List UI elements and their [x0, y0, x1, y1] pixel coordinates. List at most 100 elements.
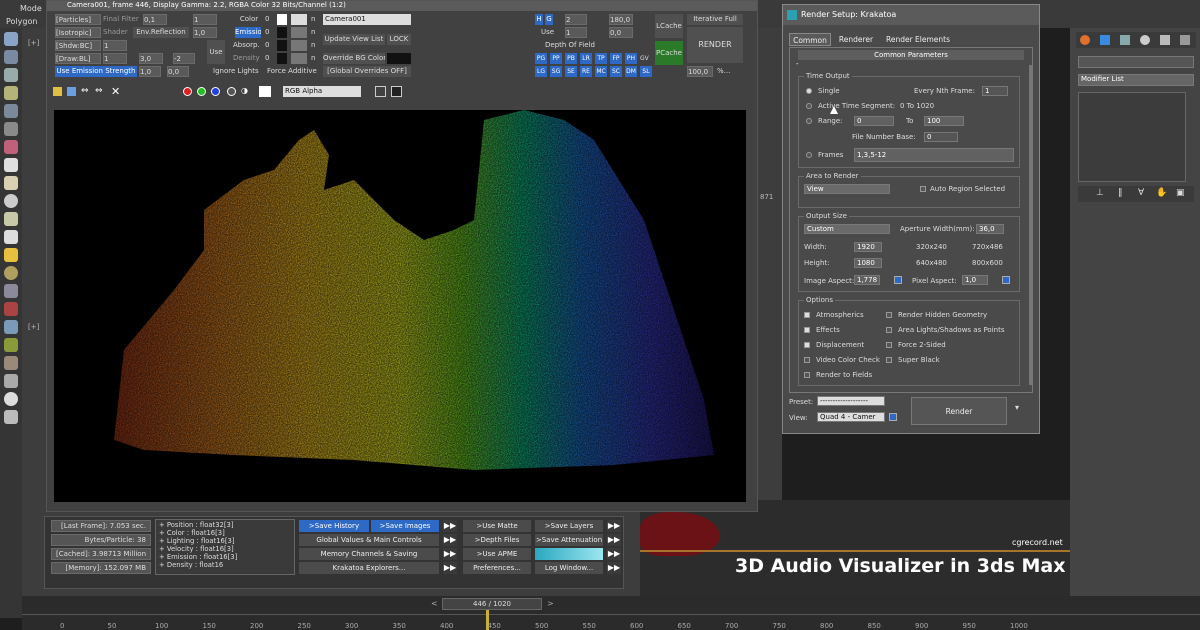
use-matte-button[interactable]: >Use Matte: [463, 520, 531, 532]
pixel-aspect-lock-icon[interactable]: [1002, 276, 1010, 284]
use-value[interactable]: 1: [565, 27, 587, 38]
select-icon[interactable]: [4, 32, 18, 46]
view-lock-icon[interactable]: [889, 413, 897, 421]
save-images-button[interactable]: >Save Images: [371, 520, 439, 532]
camera-select[interactable]: Camera001: [323, 14, 411, 25]
menu-polygon[interactable]: Polygon: [6, 16, 37, 27]
configure-icon[interactable]: ▣: [1176, 188, 1185, 198]
globe-icon[interactable]: [4, 392, 18, 406]
atmospherics-checkbox[interactable]: [804, 312, 810, 318]
effects-checkbox[interactable]: [804, 327, 810, 333]
viewport-label-1[interactable]: [+]: [28, 38, 39, 49]
tab-renderer[interactable]: Renderer: [833, 33, 879, 46]
bg-color-swatch[interactable]: [387, 53, 411, 64]
walk-icon[interactable]: [4, 356, 18, 370]
force-additive-toggle[interactable]: Force Additive: [267, 66, 317, 77]
percent-value[interactable]: 100,0: [687, 66, 713, 77]
single-radio[interactable]: [806, 88, 812, 94]
draw-value-3[interactable]: -2: [173, 53, 195, 64]
area-to-render-select[interactable]: View: [804, 184, 890, 194]
utilities-tab-icon[interactable]: [1180, 35, 1190, 45]
image-aspect-lock-icon[interactable]: [894, 276, 902, 284]
pass-sg[interactable]: SG: [550, 66, 562, 77]
filter-value[interactable]: 0,1: [143, 14, 167, 25]
pass-dm[interactable]: DM: [625, 66, 637, 77]
memory-channels-button[interactable]: Memory Channels & Saving: [299, 548, 439, 560]
light-icon[interactable]: [4, 86, 18, 100]
preset-640-button[interactable]: 640x480: [916, 258, 947, 268]
progress-arrow[interactable]: ▶▶: [607, 548, 621, 560]
absorption-swatch[interactable]: [277, 40, 287, 51]
viewport-label-2[interactable]: [+]: [28, 322, 39, 333]
box-icon[interactable]: [4, 158, 18, 172]
render-dropdown-icon[interactable]: ▾: [1015, 403, 1019, 412]
helper-icon[interactable]: [4, 320, 18, 334]
mono-icon[interactable]: ◑: [241, 86, 248, 95]
pass-sl[interactable]: SL: [640, 66, 652, 77]
unique-icon[interactable]: ∀: [1138, 188, 1144, 198]
pcache-button[interactable]: PCache: [655, 41, 683, 65]
paint-icon[interactable]: [4, 302, 18, 316]
object-name-field[interactable]: [1078, 56, 1194, 68]
draw-value[interactable]: 1: [103, 53, 127, 64]
show-result-icon[interactable]: ‖: [1118, 188, 1123, 198]
color-swatch-2[interactable]: [291, 14, 307, 25]
shadow-value[interactable]: 1: [103, 40, 127, 51]
modify-tab-icon[interactable]: [1100, 35, 1110, 45]
area-lights-checkbox[interactable]: [886, 327, 892, 333]
pass-lr[interactable]: LR: [580, 53, 592, 64]
menu-mode[interactable]: Mode: [20, 3, 42, 14]
color-swatch[interactable]: [277, 14, 287, 25]
global-overrides-button[interactable]: [Global Overrides OFF]: [323, 66, 411, 77]
every-nth-field[interactable]: 1: [982, 86, 1008, 96]
auto-region-checkbox[interactable]: [920, 186, 926, 192]
range-radio[interactable]: [806, 118, 812, 124]
tool-icon[interactable]: [4, 410, 18, 424]
grid-icon[interactable]: [4, 68, 18, 82]
pass-re[interactable]: RE: [580, 66, 592, 77]
tab-common[interactable]: Common: [789, 33, 831, 46]
create-tab-icon[interactable]: [1080, 35, 1090, 45]
emission-button[interactable]: Emission: [235, 27, 261, 38]
env-reflection-button[interactable]: Env.Reflection: [133, 27, 189, 38]
hierarchy-tab-icon[interactable]: [1120, 35, 1130, 45]
pass-ph[interactable]: PH: [625, 53, 637, 64]
circle-icon[interactable]: [4, 194, 18, 208]
active-time-radio[interactable]: [806, 103, 812, 109]
file-number-base-field[interactable]: 0: [924, 132, 958, 142]
render-fields-checkbox[interactable]: [804, 372, 810, 378]
range-from-field[interactable]: 0: [854, 116, 894, 126]
angle-value[interactable]: 180,0: [609, 14, 633, 25]
pass-gv[interactable]: GV: [640, 53, 652, 64]
reflection-value[interactable]: 1,0: [193, 27, 217, 38]
lock-button[interactable]: LOCK: [387, 34, 411, 45]
ignore-lights-toggle[interactable]: Ignore Lights: [213, 66, 259, 77]
width-field[interactable]: 1920: [854, 242, 882, 252]
particles-button[interactable]: [Particles]: [55, 14, 101, 25]
density-slider[interactable]: [291, 53, 307, 64]
force-2sided-checkbox[interactable]: [886, 342, 892, 348]
fit-icon[interactable]: ⇔: [81, 86, 89, 96]
alpha-channel-icon[interactable]: [227, 87, 236, 96]
preset-select[interactable]: -------------------: [817, 396, 885, 406]
density-swatch[interactable]: [277, 53, 287, 64]
display-icon-2[interactable]: [391, 86, 402, 97]
emission-slider[interactable]: [291, 27, 307, 38]
depth-files-button[interactable]: >Depth Files: [463, 534, 531, 546]
view-select[interactable]: Quad 4 - Camer: [817, 412, 885, 422]
plant-icon[interactable]: [4, 338, 18, 352]
memory-channels-arrow[interactable]: ▶▶: [443, 548, 457, 560]
dof-value[interactable]: 0,0: [609, 27, 633, 38]
krakatoa-explorers-button[interactable]: Krakatoa Explorers...: [299, 562, 439, 574]
global-values-arrow[interactable]: ▶▶: [443, 534, 457, 546]
view-icon[interactable]: [4, 50, 18, 64]
split-icon[interactable]: ⇔: [95, 86, 103, 96]
bg-swatch[interactable]: [259, 86, 271, 97]
image-aspect-field[interactable]: 1,778: [854, 275, 880, 285]
tab-render-elements[interactable]: Render Elements: [881, 33, 955, 46]
output-size-select[interactable]: Custom: [804, 224, 890, 234]
pass-sc[interactable]: SC: [610, 66, 622, 77]
green-channel-icon[interactable]: [197, 87, 206, 96]
hair-icon[interactable]: [4, 374, 18, 388]
krakatoa-explorers-arrow[interactable]: ▶▶: [443, 562, 457, 574]
